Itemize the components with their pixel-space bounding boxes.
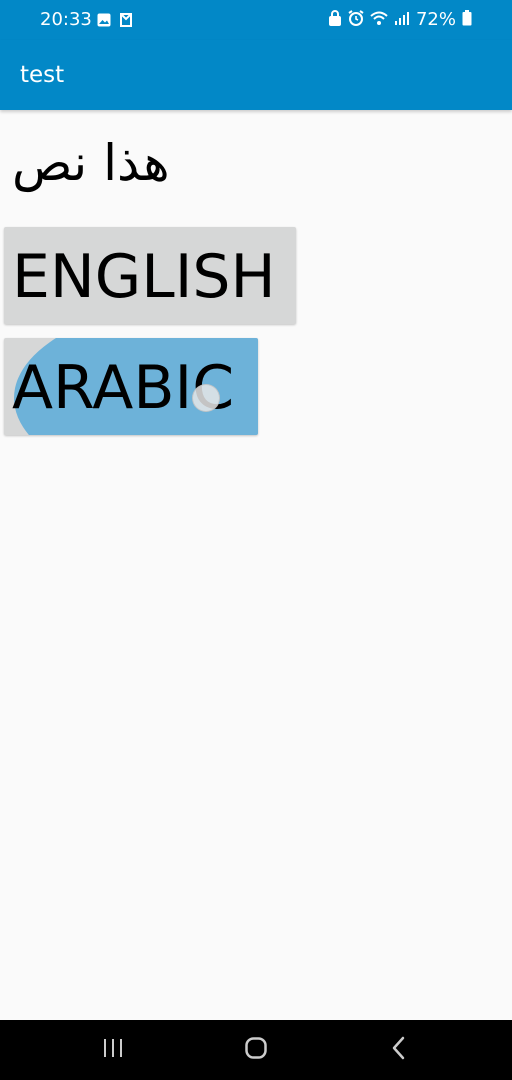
touch-indicator [192, 384, 220, 412]
status-time: 20:33 [40, 9, 92, 30]
back-icon [391, 1036, 407, 1064]
status-right-icons: 72% [328, 10, 472, 30]
content-area: هذا نص ENGLISH ARABIC [0, 110, 512, 1020]
status-left-icons [97, 12, 133, 31]
arabic-button[interactable]: ARABIC [4, 338, 258, 435]
battery-percentage: 72% [415, 9, 456, 30]
app-bar: test [0, 40, 512, 110]
signal-icon [394, 10, 410, 30]
navigation-bar [0, 1020, 512, 1080]
home-icon [244, 1036, 268, 1064]
english-button-label: ENGLISH [12, 242, 276, 312]
wifi-icon [370, 10, 388, 30]
status-bar: 20:33 72% [0, 0, 512, 40]
battery-icon [462, 10, 472, 30]
alarm-icon [348, 10, 364, 30]
lock-icon [328, 10, 342, 30]
gallery-icon [97, 12, 111, 31]
arabic-text-label: هذا نص [12, 134, 170, 192]
recent-apps-icon [102, 1038, 124, 1062]
english-button[interactable]: ENGLISH [4, 227, 296, 324]
back-button[interactable] [383, 1034, 415, 1066]
notification-icon [119, 12, 133, 31]
home-button[interactable] [240, 1034, 272, 1066]
app-title: test [20, 62, 65, 88]
recent-apps-button[interactable] [97, 1034, 129, 1066]
